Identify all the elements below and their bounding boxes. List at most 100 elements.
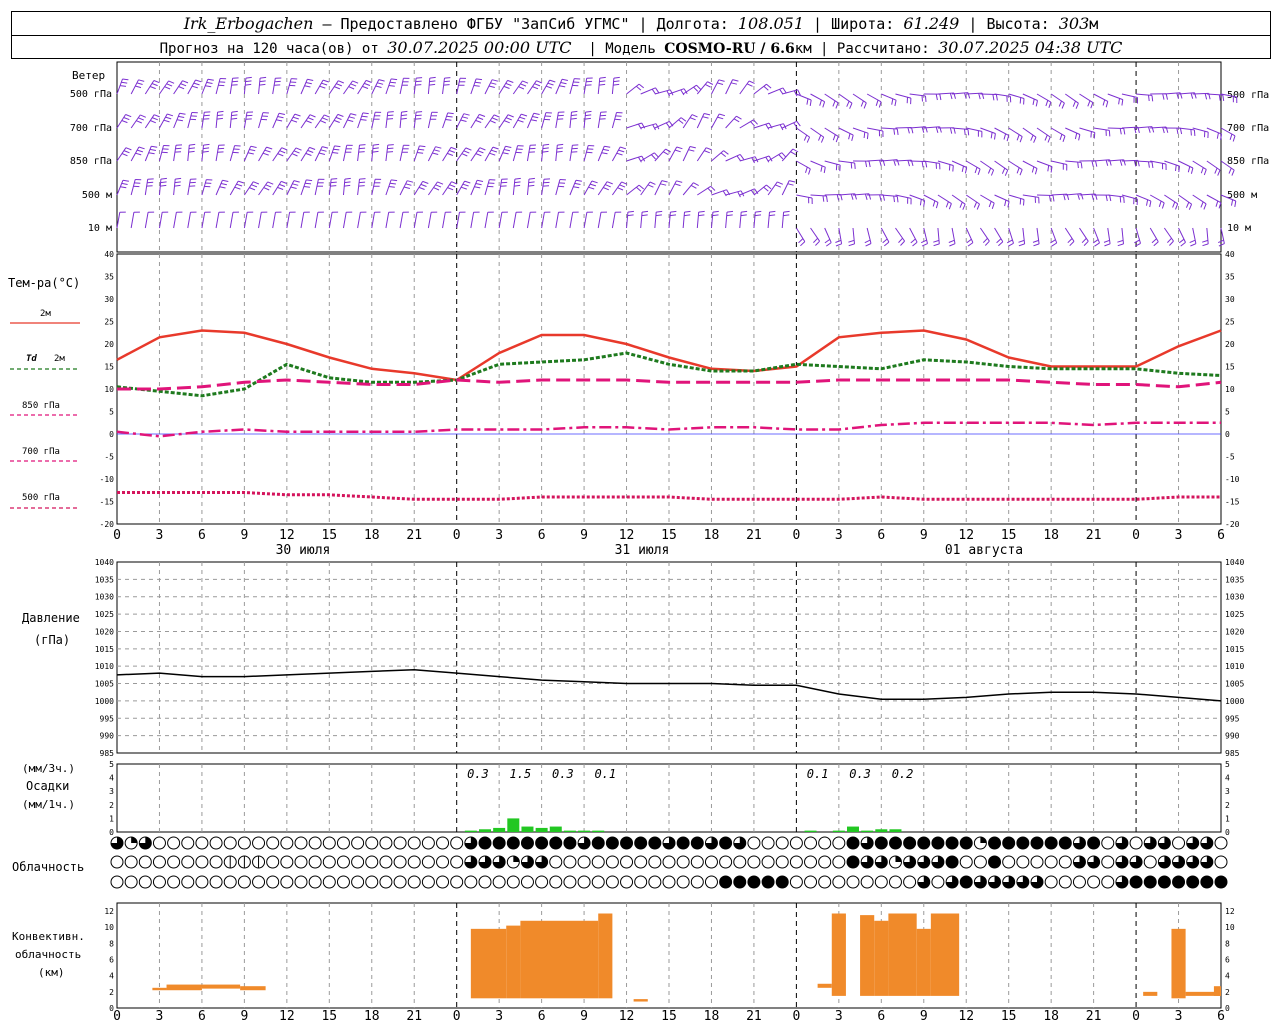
wind-barb-feather [193,82,200,86]
wind-barb-feather [974,167,978,174]
cloud-octa-symbol [563,855,577,869]
wind-barb-staff [810,194,827,197]
cloud-circle [393,855,407,869]
wind-barb-feather [636,186,642,192]
wind-barb-staff [838,93,853,104]
conv-axis-ytick-right: 2 [1225,988,1230,997]
cloud-circle [365,836,379,850]
wind-barb-staff [909,93,926,97]
wind-barb-feather [689,117,696,121]
wind-barb-feather [1179,128,1183,135]
cloud-fill-full [648,837,661,849]
cloud-octa-symbol [620,836,634,850]
wind-barb-feather [377,82,384,85]
cloud-circle [775,855,789,869]
cloud-circle [506,875,520,889]
cloud-octa-symbol [591,875,605,889]
cloud-octa-symbol [450,875,464,889]
wind-barb-staff [1036,160,1053,168]
pressure-axis-ytick-left: 1035 [95,575,114,584]
wind-barb-feather [1080,162,1083,169]
temp-axis-ytick-right: 30 [1225,295,1235,304]
wind-barb-feather [514,177,521,180]
wind-barb-feather [875,99,879,106]
wind-barb-feather [364,82,371,86]
wind-barb-feather [1190,129,1192,136]
wind-barb-feather [138,146,145,150]
wind-barb-feather [489,120,496,124]
wind-barb-feather [502,152,509,155]
wind-barb-feather [1091,194,1094,201]
cloud-octa-symbol [1058,836,1072,850]
cloud-circle [903,875,917,889]
wind-barb-feather [123,150,130,154]
cloud-octa-symbol [209,836,223,850]
cloud-octa-symbol [733,855,747,869]
conv-bar [166,984,202,991]
wind-barb-staff [711,79,720,95]
cloud-octa-symbol [308,836,322,850]
cloud-octa-symbol [988,836,1002,850]
wind-barb-feather [1030,134,1034,141]
cloud-octa-symbol [379,855,393,869]
cloud-fill-full [691,837,704,849]
wind-barb-feather [122,78,129,81]
wind-barb-feather [362,85,369,89]
wind-barb-staff [1107,127,1124,129]
cloud-octa-symbol [1016,855,1030,869]
cloud-octa-symbol [237,875,251,889]
wind-barb-feather [319,85,326,89]
wind-barb-staff [484,212,489,229]
cloud-fill-full [507,837,520,849]
wind-barb-feather [437,181,444,185]
wind-barb-feather [896,128,899,135]
cloud-octa-symbol [351,855,365,869]
temp-axis-xtick: 0 [1132,528,1140,543]
wind-barb-staff [810,160,826,168]
wind-barb-feather [939,94,942,101]
cloud-octa-symbol [322,855,336,869]
wind-barb-feather [1153,241,1159,247]
wind-barb-feather [333,119,340,123]
cloud-octa-symbol [860,875,874,889]
wind-barb-feather [514,184,521,187]
wind-barb-feather [835,136,839,143]
cloud-octa-symbol [181,875,195,889]
cloud-octa-symbol [719,875,733,889]
wind-barb-staff [399,145,404,162]
cloud-octa-symbol [1115,875,1129,889]
wind-barb-feather [542,147,549,150]
cloud-octa-symbol [336,836,350,850]
wind-barb-staff [130,212,135,229]
wind-barb-feather [1148,126,1151,133]
wind-barb-staff [980,194,995,204]
precip-axis-ytick-left: 5 [109,760,114,769]
wind-barb-staff [498,146,506,162]
wind-barb-staff [880,227,890,243]
wind-barb-staff [1008,194,1025,200]
wind-barb-feather [863,102,867,109]
cloud-octa-symbol [280,875,294,889]
cloud-circle [181,836,195,850]
temp-axis-ytick-right: 25 [1225,318,1235,327]
wind-barb-feather [818,134,822,141]
cloud-fill-full [719,837,732,849]
cloud-circle [634,855,648,869]
conv-axis-xtick: 15 [661,1009,677,1024]
wind-barb-feather [149,148,156,151]
temp-axis-ytick-right: 10 [1225,385,1235,394]
cloud-fill-full [1186,876,1199,888]
wind-barb-feather [365,79,372,83]
wind-barb-feather [571,114,578,117]
temp-axis-ytick-right: -15 [1225,498,1240,507]
wind-barb-staff [711,150,724,162]
precip-axis-ytick-left: 1 [109,814,114,823]
wind-barb-feather [259,83,266,86]
wind-barb-staff [1065,193,1082,196]
wind-barb-feather [1178,238,1185,244]
cloud-octa-symbol [818,875,832,889]
wind-barb-feather [348,116,355,119]
wind-barb-staff [810,127,824,138]
wind-barb-feather [432,152,439,155]
wind-barb-staff [824,160,841,166]
